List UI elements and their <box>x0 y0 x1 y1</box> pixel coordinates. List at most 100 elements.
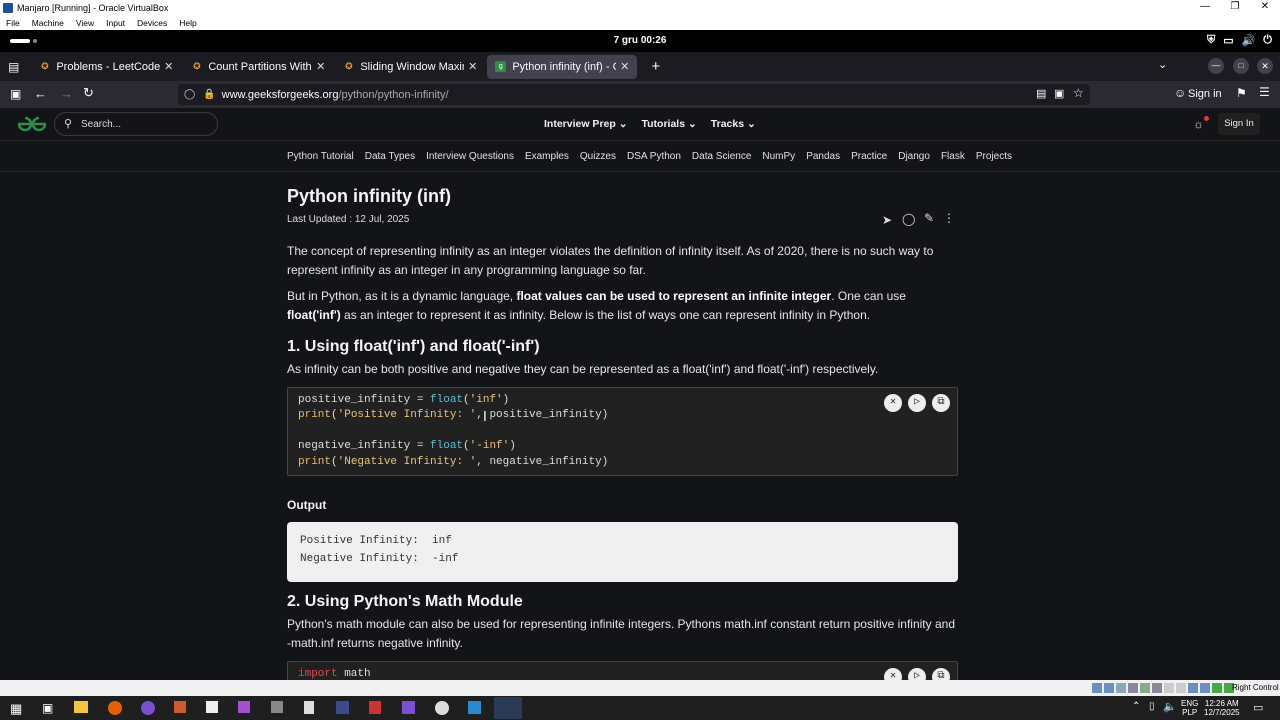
minimize-icon[interactable]: — <box>1190 0 1220 16</box>
firefox-sign-in[interactable]: Sign in <box>1188 88 1222 100</box>
menu-devices[interactable]: Devices <box>137 18 167 28</box>
subnav-interview-questions[interactable]: Interview Questions <box>426 151 514 162</box>
nav-interview-prep[interactable]: Interview Prep ⌄ <box>544 118 628 130</box>
windows-start-icon[interactable]: ▦ <box>10 701 22 717</box>
subnav-data-types[interactable]: Data Types <box>365 151 415 162</box>
leetcode-icon: ✪ <box>345 61 353 71</box>
subnav-examples[interactable]: Examples <box>525 151 569 162</box>
volume-tray-icon[interactable]: 🔈 <box>1163 700 1177 713</box>
forward-icon[interactable]: → <box>60 86 73 101</box>
code-block-2[interactable]: import math ✕ ▷ ⧉ <box>287 661 958 680</box>
tab-python-infinity[interactable]: g Python infinity (inf) - Gee ✕ <box>487 54 638 79</box>
screen-icon[interactable]: ▭ <box>1223 34 1233 47</box>
clock[interactable]: 7 gru 00:26 <box>0 35 1280 46</box>
bookmark-star-icon[interactable]: ☆ <box>1073 86 1084 100</box>
tray-chevron-icon[interactable]: ⌃ <box>1132 701 1140 712</box>
extensions-icon[interactable]: ⚑ <box>1236 86 1247 100</box>
app-icon[interactable] <box>141 701 155 715</box>
picture-icon[interactable]: ▣ <box>1054 87 1064 100</box>
tray-clock[interactable]: 12:26 AM 12/7/2025 <box>1204 699 1240 717</box>
virtualbox-taskbar-icon[interactable] <box>494 697 522 719</box>
gfg-logo-icon[interactable] <box>16 116 48 132</box>
tab-leetcode[interactable]: ✪ Problems - LeetCode ✕ <box>31 55 181 79</box>
network-icon[interactable]: ▯ <box>1149 701 1155 712</box>
notification-icon[interactable]: ▭ <box>1253 701 1263 714</box>
shield-icon[interactable]: ⛨ <box>1207 34 1215 47</box>
comment-icon[interactable]: ◯ <box>902 212 915 226</box>
subnav-flask[interactable]: Flask <box>941 151 965 162</box>
menu-view[interactable]: View <box>76 18 94 28</box>
subnav-quizzes[interactable]: Quizzes <box>580 151 616 162</box>
menu-machine[interactable]: Machine <box>32 18 64 28</box>
edit-icon[interactable]: ✎ <box>924 211 934 225</box>
new-tab-icon[interactable]: + <box>651 58 660 75</box>
app-icon[interactable] <box>402 701 415 714</box>
subnav-pandas[interactable]: Pandas <box>806 151 840 162</box>
language-indicator[interactable]: ENG PLP <box>1181 699 1198 717</box>
share-icon[interactable]: ➤ <box>882 213 892 227</box>
gfg-sign-in-button[interactable]: Sign In <box>1218 113 1260 135</box>
firefox-icon[interactable] <box>108 701 122 715</box>
maximize-icon[interactable]: ❐ <box>1220 0 1250 16</box>
tab-sliding-window[interactable]: ✪ Sliding Window Maximu ✕ <box>335 55 485 79</box>
subnav-practice[interactable]: Practice <box>851 151 887 162</box>
subnav-dsa-python[interactable]: DSA Python <box>627 151 681 162</box>
account-icon[interactable]: ☺ <box>1174 86 1186 100</box>
app-menu-icon[interactable]: ☰ <box>1259 85 1270 99</box>
more-options-icon[interactable]: ⋮ <box>943 211 955 225</box>
code-block-1[interactable]: positive_infinity = float('inf') print('… <box>287 387 958 476</box>
subnav-django[interactable]: Django <box>898 151 930 162</box>
run-code-icon[interactable]: ▷ <box>908 394 926 412</box>
theme-toggle-icon[interactable]: ☼ <box>1193 117 1204 131</box>
close-tab-icon[interactable]: ✕ <box>620 60 629 73</box>
close-tab-icon[interactable]: ✕ <box>164 60 173 73</box>
app-icon[interactable] <box>468 701 481 714</box>
gfg-search-box[interactable]: ⚲ Search... <box>54 112 218 136</box>
task-view-icon[interactable]: ▣ <box>42 701 53 715</box>
subnav-data-science[interactable]: Data Science <box>692 151 751 162</box>
reload-icon[interactable]: ↻ <box>83 85 94 101</box>
tracking-shield-icon[interactable]: ◯ <box>184 89 195 100</box>
app-icon[interactable] <box>238 701 250 713</box>
app-icon[interactable] <box>369 701 381 714</box>
sidebar-icon[interactable]: ▤ <box>8 60 19 74</box>
app-icon[interactable] <box>271 701 283 713</box>
run-code-icon[interactable]: ▷ <box>908 668 926 680</box>
close-tab-icon[interactable]: ✕ <box>316 60 325 73</box>
app-icon[interactable] <box>336 701 349 714</box>
close-icon[interactable]: ✕ <box>1250 0 1280 16</box>
ff-close-icon[interactable]: ✕ <box>1257 58 1273 74</box>
url-bar[interactable]: ◯ 🔒 www.geeksforgeeks.org/python/python-… <box>178 84 1090 105</box>
nav-tutorials[interactable]: Tutorials ⌄ <box>642 118 697 130</box>
subnav-numpy[interactable]: NumPy <box>762 151 795 162</box>
file-explorer-icon[interactable] <box>74 701 88 713</box>
subnav-python-tutorial[interactable]: Python Tutorial <box>287 151 354 162</box>
ff-minimize-icon[interactable]: — <box>1208 58 1224 74</box>
app-icon[interactable] <box>206 701 218 713</box>
reader-view-icon[interactable]: ▤ <box>1036 87 1046 100</box>
lock-icon[interactable]: 🔒 <box>203 89 215 100</box>
back-icon[interactable]: ← <box>34 86 47 101</box>
app-icon[interactable] <box>174 701 186 713</box>
menu-file[interactable]: File <box>6 18 20 28</box>
close-code-icon[interactable]: ✕ <box>884 668 902 680</box>
app-icon[interactable] <box>435 701 449 715</box>
code-line: print('Negative Infinity: ', negative_in… <box>298 455 609 468</box>
close-code-icon[interactable]: ✕ <box>884 394 902 412</box>
volume-icon[interactable]: 🔊 <box>1242 34 1256 47</box>
menu-input[interactable]: Input <box>106 18 125 28</box>
subnav-projects[interactable]: Projects <box>976 151 1012 162</box>
ff-maximize-icon[interactable]: □ <box>1233 58 1249 74</box>
copy-code-icon[interactable]: ⧉ <box>932 394 950 412</box>
close-tab-icon[interactable]: ✕ <box>468 60 477 73</box>
tab-bar: ▤ ✪ Problems - LeetCode ✕ ✪ Count Partit… <box>0 52 1280 81</box>
sidebar-toggle-icon[interactable]: ▣ <box>10 87 21 101</box>
tab-count-partitions[interactable]: ✪ Count Partitions With M ✕ <box>183 55 333 79</box>
tab-list-icon[interactable]: ⌄ <box>1158 58 1167 71</box>
menu-help[interactable]: Help <box>179 18 196 28</box>
nav-tracks[interactable]: Tracks ⌄ <box>711 118 756 130</box>
windows-taskbar: ▦ ▣ ⌃ ▯ 🔈 ENG PLP 12:26 AM 12/7/2025 ▭ <box>0 696 1280 720</box>
copy-code-icon[interactable]: ⧉ <box>932 668 950 680</box>
power-icon[interactable]: ⏻ <box>1263 34 1272 47</box>
app-icon[interactable] <box>304 701 314 714</box>
